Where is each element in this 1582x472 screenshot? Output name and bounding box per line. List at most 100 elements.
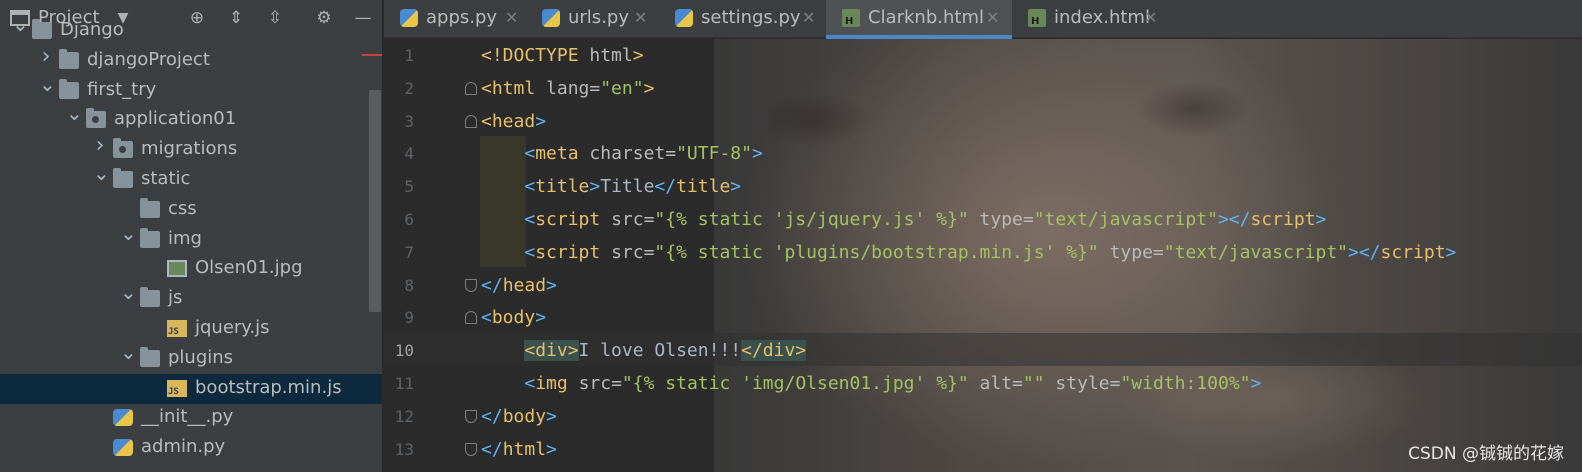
tab-label: settings.py xyxy=(701,7,801,28)
code-text: <script src="{% static 'plugins/bootstra… xyxy=(481,236,1456,269)
tree-item[interactable]: › djangoProject xyxy=(0,45,382,76)
chevron-down-icon[interactable]: ⌄ xyxy=(120,342,137,362)
code-text: </head> xyxy=(481,269,557,302)
tree-item-label: css xyxy=(168,197,197,219)
fold-marker-icon[interactable] xyxy=(465,311,477,325)
tree-item[interactable]: ⌄ plugins xyxy=(0,342,382,374)
close-icon[interactable]: ✕ xyxy=(1144,8,1157,27)
code-token: title xyxy=(676,176,731,198)
editor-tab[interactable]: H Clarknb.html ✕ xyxy=(826,0,1012,39)
tree-item[interactable]: JS bootstrap.min.js xyxy=(0,373,382,404)
tree-item[interactable]: ⌄ application01 xyxy=(0,103,382,135)
editor-tab[interactable]: urls.py ✕ xyxy=(526,0,659,38)
code-text: </body> xyxy=(481,400,557,433)
tree-item[interactable]: ⌄ img xyxy=(0,223,382,255)
fold-marker-icon[interactable] xyxy=(465,442,477,456)
tree-item[interactable]: ⌄ first_try xyxy=(0,74,382,106)
editor-tab[interactable]: apps.py ✕ xyxy=(384,0,526,38)
code-token: "{% static 'js/jquery.js' %}" xyxy=(654,209,980,230)
code-token: "{% static 'img/Olsen01.jpg' %}" xyxy=(621,373,980,394)
js-badge: JS xyxy=(168,386,179,397)
js-file-icon: JS xyxy=(167,379,187,397)
code-text: <title>Title</title> xyxy=(481,170,741,203)
close-icon[interactable]: ✕ xyxy=(802,8,815,27)
tree-item-label: plugins xyxy=(168,346,234,368)
close-icon[interactable]: ✕ xyxy=(505,8,518,27)
code-token: "{% static 'plugins/bootstrap.min.js' %}… xyxy=(654,241,1110,263)
editor-tab-bar: apps.py ✕ urls.py ✕ settings.py ✕ H Clarknb.htm… xyxy=(384,0,1582,39)
tree-item-label: bootstrap.min.js xyxy=(195,376,342,398)
editor-tab[interactable]: Hindex.html ✕ xyxy=(1012,0,1172,38)
tree-item-label: img xyxy=(168,227,202,249)
chevron-right-icon[interactable]: › xyxy=(39,45,53,67)
code-token: charset= xyxy=(589,143,677,165)
code-token: lang= xyxy=(546,77,601,99)
chevron-down-icon[interactable]: ⌄ xyxy=(120,223,137,243)
chevron-down-icon[interactable]: ⌄ xyxy=(39,74,56,94)
tree-item-label: Olsen01.jpg xyxy=(195,257,303,279)
tree-item[interactable]: ⌄ js xyxy=(0,282,382,314)
tree-item[interactable]: Olsen01.jpg xyxy=(0,254,382,284)
fold-marker-icon[interactable] xyxy=(465,114,477,128)
fold-marker-icon[interactable] xyxy=(465,81,477,95)
code-token: style= xyxy=(1055,373,1121,394)
tree-item[interactable]: admin.py xyxy=(0,433,382,463)
fold-marker-icon[interactable] xyxy=(465,278,477,292)
line-number: 11 xyxy=(394,374,414,393)
code-token: Title xyxy=(600,176,655,198)
folder-icon xyxy=(113,168,133,188)
line-number: 12 xyxy=(394,406,414,426)
code-token: "" xyxy=(1022,373,1056,394)
chevron-down-icon[interactable]: ⌄ xyxy=(66,103,83,123)
code-token: src= xyxy=(611,209,655,230)
code-token: src= xyxy=(578,373,622,394)
tree-item-label: djangoProject xyxy=(87,48,210,70)
code-token: html xyxy=(502,438,547,460)
code-token: type= xyxy=(1109,241,1164,263)
tree-item-label: first_try xyxy=(87,78,157,100)
code-token: img xyxy=(535,373,579,394)
close-icon[interactable]: ✕ xyxy=(634,8,647,27)
tree-item[interactable]: ⌄ Django xyxy=(0,14,382,46)
code-token: <head xyxy=(481,110,536,132)
code-editor[interactable]: 1 <!DOCTYPE html> 2 <html lang="en"> 3 <head>… xyxy=(384,39,1582,472)
close-icon[interactable]: ✕ xyxy=(986,8,999,27)
tree-item-label: Django xyxy=(60,19,124,40)
chevron-down-icon[interactable]: ⌄ xyxy=(93,163,110,183)
code-token: "UTF-8" xyxy=(676,143,752,165)
code-token: < xyxy=(524,176,536,198)
code-token: alt= xyxy=(979,373,1023,394)
python-file-icon xyxy=(113,409,133,427)
chevron-down-icon[interactable]: ⌄ xyxy=(12,14,29,34)
code-line: 6 <script src="{% static 'js/jquery.js' … xyxy=(384,203,1582,236)
chevron-down-icon[interactable]: ⌄ xyxy=(120,282,137,302)
fold-marker-icon[interactable] xyxy=(465,409,477,423)
code-token: > xyxy=(546,438,557,460)
code-token: </ xyxy=(654,176,677,198)
code-token: head xyxy=(502,274,547,296)
tree-item[interactable]: ⌄ static xyxy=(0,163,382,195)
tree-item[interactable]: __init__.py xyxy=(0,403,382,433)
tree-item[interactable]: css xyxy=(0,195,382,225)
tree-item-label: __init__.py xyxy=(141,406,234,428)
tree-item[interactable]: JS jquery.js xyxy=(0,314,382,344)
code-token: <!DOCTYPE xyxy=(481,45,590,66)
line-number: 3 xyxy=(404,111,414,131)
chevron-right-icon[interactable]: › xyxy=(93,135,107,157)
html-file-icon: H xyxy=(1028,9,1046,27)
code-token: src= xyxy=(611,241,655,263)
code-line: 12 </body> xyxy=(384,400,1582,433)
code-token: < xyxy=(524,373,536,394)
code-text: <head> xyxy=(481,105,546,138)
tree-item[interactable]: › migrations xyxy=(0,135,382,165)
code-token: script xyxy=(1250,209,1316,230)
code-line: 13 </html> xyxy=(384,433,1582,466)
html-badge: H xyxy=(845,16,854,27)
code-token: title xyxy=(535,176,590,198)
project-scrollbar[interactable] xyxy=(369,90,381,312)
editor-tab[interactable]: settings.py ✕ xyxy=(659,0,826,38)
code-token: meta xyxy=(535,143,590,165)
